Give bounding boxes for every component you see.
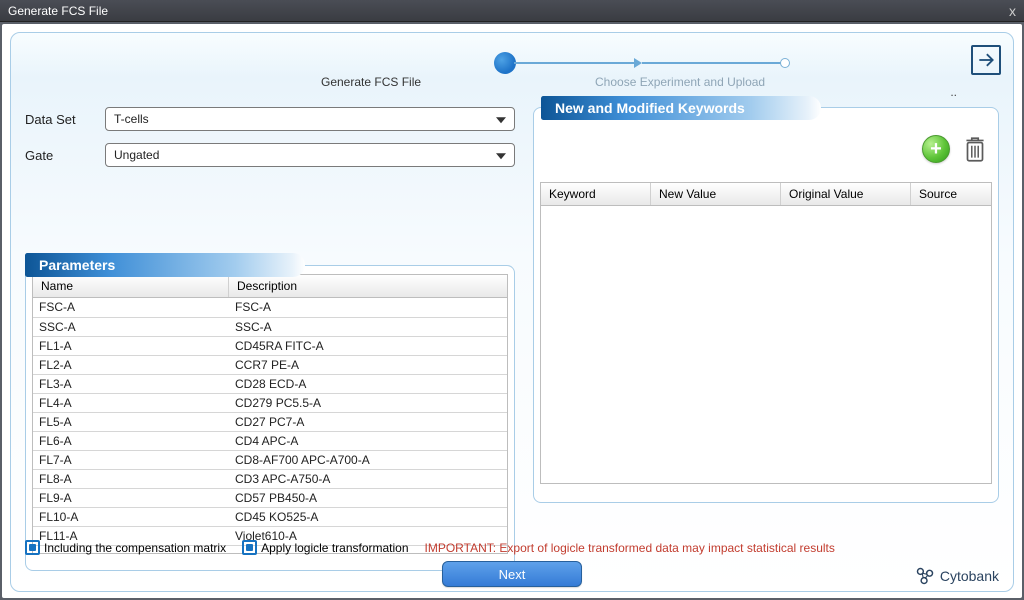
param-desc-cell: CD8-AF700 APC-A700-A bbox=[229, 450, 507, 469]
param-name-cell: FL6-A bbox=[33, 431, 229, 450]
keywords-table: Keyword New Value Original Value Source bbox=[540, 182, 992, 484]
close-icon[interactable]: x bbox=[1009, 0, 1016, 22]
param-name-cell: FL7-A bbox=[33, 450, 229, 469]
step-2-label: Choose Experiment and Upload bbox=[595, 75, 765, 89]
keywords-header: New and Modified Keywords bbox=[541, 96, 821, 120]
param-desc-cell: CD28 ECD-A bbox=[229, 374, 507, 393]
window-body: .. Generate FCS File Choose Experiment a… bbox=[2, 24, 1022, 598]
col-origvalue-header[interactable]: Original Value bbox=[781, 183, 911, 205]
brand-logo: Cytobank bbox=[914, 565, 999, 587]
warning-text: IMPORTANT: Export of logicle transformed… bbox=[425, 541, 835, 555]
table-row[interactable]: FL8-ACD3 APC-A750-A bbox=[33, 469, 507, 488]
compensation-checkbox[interactable] bbox=[25, 540, 40, 555]
param-desc-cell: CD45RA FITC-A bbox=[229, 336, 507, 355]
col-desc-header[interactable]: Description bbox=[229, 275, 507, 297]
logicle-label: Apply logicle transformation bbox=[261, 541, 408, 555]
step-connector bbox=[642, 62, 782, 64]
parameters-table: Name Description FSC-AFSC-ASSC-ASSC-AFL1… bbox=[32, 274, 508, 554]
next-button[interactable]: Next bbox=[442, 561, 582, 587]
param-desc-cell: CD27 PC7-A bbox=[229, 412, 507, 431]
gate-value: Ungated bbox=[114, 148, 159, 162]
table-row[interactable]: FL5-ACD27 PC7-A bbox=[33, 412, 507, 431]
param-desc-cell: FSC-A bbox=[229, 298, 507, 317]
col-name-header[interactable]: Name bbox=[33, 275, 229, 297]
param-desc-cell: CD3 APC-A750-A bbox=[229, 469, 507, 488]
param-desc-cell: SSC-A bbox=[229, 317, 507, 336]
param-name-cell: FL2-A bbox=[33, 355, 229, 374]
param-desc-cell: CD4 APC-A bbox=[229, 431, 507, 450]
param-name-cell: FL4-A bbox=[33, 393, 229, 412]
stepper: Generate FCS File Choose Experiment and … bbox=[25, 41, 999, 101]
param-name-cell: FL8-A bbox=[33, 469, 229, 488]
param-name-cell: FL1-A bbox=[33, 336, 229, 355]
param-name-cell: FL3-A bbox=[33, 374, 229, 393]
gate-label: Gate bbox=[25, 148, 105, 163]
chevron-right-icon bbox=[634, 58, 642, 68]
table-row[interactable]: FL9-ACD57 PB450-A bbox=[33, 488, 507, 507]
step-2-dot bbox=[780, 58, 790, 68]
step-1-dot bbox=[494, 52, 516, 74]
table-row[interactable]: FL7-ACD8-AF700 APC-A700-A bbox=[33, 450, 507, 469]
col-keyword-header[interactable]: Keyword bbox=[541, 183, 651, 205]
param-desc-cell: CCR7 PE-A bbox=[229, 355, 507, 374]
param-desc-cell: CD279 PC5.5-A bbox=[229, 393, 507, 412]
col-newvalue-header[interactable]: New Value bbox=[651, 183, 781, 205]
step-1-label: Generate FCS File bbox=[321, 75, 421, 89]
gate-select[interactable]: Ungated bbox=[105, 143, 515, 167]
dataset-select[interactable]: T-cells bbox=[105, 107, 515, 131]
table-row[interactable]: FL10-ACD45 KO525-A bbox=[33, 507, 507, 526]
param-name-cell: FL10-A bbox=[33, 507, 229, 526]
brand-text: Cytobank bbox=[940, 568, 999, 584]
param-name-cell: FL5-A bbox=[33, 412, 229, 431]
col-source-header[interactable]: Source bbox=[911, 183, 991, 205]
param-desc-cell: CD45 KO525-A bbox=[229, 507, 507, 526]
dataset-value: T-cells bbox=[114, 112, 149, 126]
param-desc-cell: CD57 PB450-A bbox=[229, 488, 507, 507]
keywords-panel: + Keyword New bbox=[533, 107, 999, 503]
add-icon[interactable]: + bbox=[922, 135, 950, 163]
table-row[interactable]: FL4-ACD279 PC5.5-A bbox=[33, 393, 507, 412]
logicle-checkbox[interactable] bbox=[242, 540, 257, 555]
keywords-scroll[interactable] bbox=[541, 206, 991, 484]
table-row[interactable]: FL6-ACD4 APC-A bbox=[33, 431, 507, 450]
table-row[interactable]: FL1-ACD45RA FITC-A bbox=[33, 336, 507, 355]
next-label: Next bbox=[499, 567, 526, 582]
window-title: Generate FCS File bbox=[8, 0, 108, 22]
param-name-cell: FSC-A bbox=[33, 298, 229, 317]
trash-icon[interactable] bbox=[962, 134, 988, 164]
param-name-cell: SSC-A bbox=[33, 317, 229, 336]
param-name-cell: FL9-A bbox=[33, 488, 229, 507]
parameters-header: Parameters bbox=[25, 253, 305, 277]
table-row[interactable]: FL3-ACD28 ECD-A bbox=[33, 374, 507, 393]
dataset-label: Data Set bbox=[25, 112, 105, 127]
dialog-panel: .. Generate FCS File Choose Experiment a… bbox=[10, 32, 1014, 592]
titlebar: Generate FCS File x bbox=[0, 0, 1024, 22]
step-connector bbox=[514, 62, 634, 64]
table-row[interactable]: SSC-ASSC-A bbox=[33, 317, 507, 336]
parameters-scroll[interactable]: FSC-AFSC-ASSC-ASSC-AFL1-ACD45RA FITC-AFL… bbox=[33, 298, 507, 554]
bottom-options: Including the compensation matrix Apply … bbox=[25, 540, 999, 555]
table-row[interactable]: FSC-AFSC-A bbox=[33, 298, 507, 317]
compensation-label: Including the compensation matrix bbox=[44, 541, 226, 555]
parameters-panel: Name Description FSC-AFSC-ASSC-ASSC-AFL1… bbox=[25, 265, 515, 571]
table-row[interactable]: FL2-ACCR7 PE-A bbox=[33, 355, 507, 374]
